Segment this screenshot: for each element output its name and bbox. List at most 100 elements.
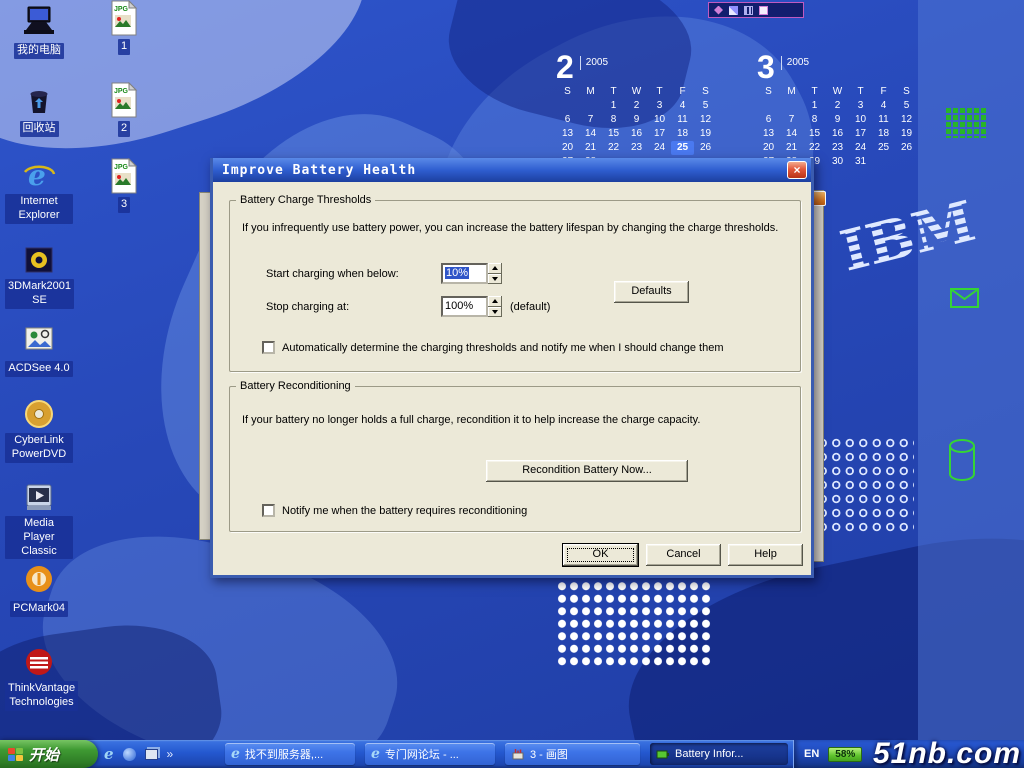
desktop-icon-internet-explorer[interactable]: e Internet Explorer xyxy=(5,158,73,224)
spin-up-button[interactable] xyxy=(488,296,502,307)
keyboard-icon[interactable] xyxy=(744,6,753,15)
start-threshold-spinner[interactable]: 10% xyxy=(441,263,502,284)
calendar-cell: 7 xyxy=(579,113,602,127)
spin-down-button[interactable] xyxy=(488,307,502,318)
calendar-cell xyxy=(780,99,803,113)
pen-icon[interactable] xyxy=(729,6,738,15)
desktop-icon-media-player-classic[interactable]: Media Player Classic xyxy=(5,480,73,559)
calendar-cell: M xyxy=(579,85,602,99)
windows-logo-icon xyxy=(8,748,23,761)
desktop-screen: IBM 22005 SMTWTFS12345678910111213141516… xyxy=(0,0,1024,768)
taskbar-task-forum[interactable]: e 专门网论坛 - ... xyxy=(365,743,495,765)
desktop-file-jpg-3[interactable]: JPG 3 xyxy=(90,158,158,213)
language-bar[interactable] xyxy=(708,2,804,18)
calendar-cell: 1 xyxy=(602,99,625,113)
calendar-cell: 25 xyxy=(671,141,694,155)
group-title: Battery Charge Thresholds xyxy=(236,194,375,206)
task-label: 专门网论坛 - ... xyxy=(385,746,459,762)
thinkvantage-icon xyxy=(22,645,56,679)
notify-reconditioning-checkbox[interactable]: Notify me when the battery requires reco… xyxy=(262,504,527,517)
battery-percent-badge[interactable]: 58% xyxy=(828,747,862,762)
taskbar-task-paint[interactable]: 3 - 画图 xyxy=(505,743,640,765)
calendar-cell: 21 xyxy=(579,141,602,155)
calendar-month: 3 xyxy=(757,52,775,82)
auto-determine-checkbox[interactable]: Automatically determine the charging thr… xyxy=(262,341,723,354)
chevron-icon[interactable]: » xyxy=(167,747,174,761)
media-player-classic-icon xyxy=(22,480,56,514)
reconditioning-description: If your battery no longer holds a full c… xyxy=(242,414,700,426)
close-icon[interactable]: × xyxy=(787,161,807,179)
calendar-cell xyxy=(556,99,579,113)
calendar-cell: T xyxy=(803,85,826,99)
calendar-cell: 24 xyxy=(849,141,872,155)
checkbox-box[interactable] xyxy=(262,504,275,517)
calendar-cell: 5 xyxy=(895,99,918,113)
calendar-cell: 2 xyxy=(826,99,849,113)
ibm-logo: IBM xyxy=(830,173,1016,297)
desktop-file-jpg-2[interactable]: JPG 2 xyxy=(90,82,158,137)
ime-icon[interactable] xyxy=(714,6,723,15)
calendar-cell: 24 xyxy=(648,141,671,155)
taskbar-task-battery-information[interactable]: Battery Infor... xyxy=(650,743,788,765)
cancel-button[interactable]: Cancel xyxy=(646,544,721,566)
calendar-cell: 20 xyxy=(757,141,780,155)
calendar-cell: W xyxy=(826,85,849,99)
jpg-file-icon: JPG xyxy=(107,158,141,192)
defaults-button[interactable]: Defaults xyxy=(614,281,689,303)
spin-up-button[interactable] xyxy=(488,263,502,274)
checkbox-label: Notify me when the battery requires reco… xyxy=(282,505,527,517)
paint-icon xyxy=(511,747,525,761)
calendar-year: 2005 xyxy=(580,56,608,70)
task-label: 找不到服务器,... xyxy=(245,746,323,762)
improve-battery-health-dialog: Improve Battery Health × Battery Charge … xyxy=(210,158,814,578)
desktop-icon-thinkvantage[interactable]: ThinkVantage Technologies xyxy=(5,645,73,711)
taskbar: 开始 e » e 找不到服务器,... e 专门网论坛 - ... 3 - 画图… xyxy=(0,740,1024,768)
desktop-icon-acdsee[interactable]: ACDSee 4.0 xyxy=(5,322,73,377)
calendar-cell: 7 xyxy=(780,113,803,127)
desktop-file-jpg-1[interactable]: JPG 1 xyxy=(90,0,158,55)
calendar-march-2005: 32005 SMTWTFS123456789101112131415161718… xyxy=(757,52,918,169)
calendar-cell: 19 xyxy=(895,127,918,141)
calendar-cell: 19 xyxy=(694,127,717,141)
task-label: 3 - 画图 xyxy=(530,746,568,762)
acdsee-icon xyxy=(22,322,56,356)
media-player-icon[interactable] xyxy=(123,748,136,761)
calendar-cell: 11 xyxy=(671,113,694,127)
calendar-cell: 26 xyxy=(895,141,918,155)
recondition-battery-button[interactable]: Recondition Battery Now... xyxy=(486,460,688,482)
calendar-cell: 23 xyxy=(625,141,648,155)
spin-down-button[interactable] xyxy=(488,274,502,285)
stop-threshold-spinner[interactable]: 100% xyxy=(441,296,502,317)
desktop-icon-powerdvd[interactable]: CyberLink PowerDVD xyxy=(5,397,73,463)
pcmark-icon xyxy=(22,562,56,596)
language-indicator[interactable]: EN xyxy=(804,748,819,760)
desktop-icon-recycle-bin[interactable]: 回收站 xyxy=(5,82,73,137)
desktop-icon-pcmark04[interactable]: PCMark04 xyxy=(5,562,73,617)
group-title: Battery Reconditioning xyxy=(236,380,355,392)
internet-explorer-icon[interactable]: e xyxy=(104,747,114,762)
start-charging-label: Start charging when below: xyxy=(266,268,399,280)
document-icon[interactable] xyxy=(759,6,768,15)
dialog-titlebar[interactable]: Improve Battery Health × xyxy=(213,158,811,182)
calendar-cell xyxy=(872,155,895,169)
calendar-cell: 30 xyxy=(826,155,849,169)
start-threshold-field[interactable]: 10% xyxy=(441,263,488,284)
stop-threshold-field[interactable]: 100% xyxy=(441,296,488,317)
checkbox-box[interactable] xyxy=(262,341,275,354)
powerdvd-icon xyxy=(22,397,56,431)
calendar-cell: 18 xyxy=(872,127,895,141)
calendar-cell: 31 xyxy=(849,155,872,169)
calendar-cell: 3 xyxy=(849,99,872,113)
help-button[interactable]: Help xyxy=(728,544,803,566)
internet-explorer-icon: e xyxy=(371,747,380,761)
ok-button[interactable]: OK xyxy=(563,544,638,566)
start-button[interactable]: 开始 xyxy=(0,740,98,768)
calendar-cell: S xyxy=(895,85,918,99)
calendar-cell: 15 xyxy=(602,127,625,141)
taskbar-task-server-not-found[interactable]: e 找不到服务器,... xyxy=(225,743,355,765)
show-desktop-icon[interactable] xyxy=(145,749,158,760)
desktop-icon-3dmark2001[interactable]: 3DMark2001 SE xyxy=(5,243,73,309)
calendar-cell: T xyxy=(648,85,671,99)
calendar-cell: M xyxy=(780,85,803,99)
desktop-icon-my-computer[interactable]: 我的电脑 xyxy=(5,4,73,59)
